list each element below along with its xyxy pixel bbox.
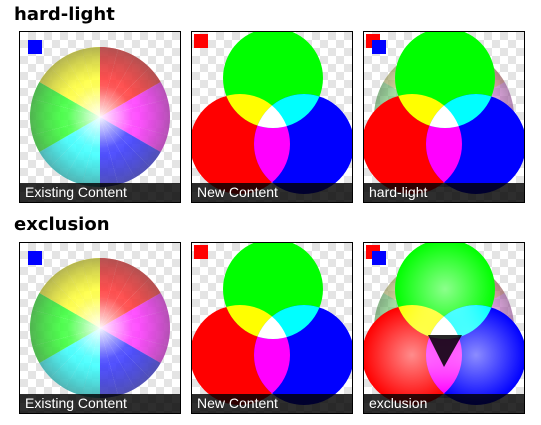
section-heading-hard-light: hard-light [14, 4, 115, 25]
red-square-marker [194, 245, 208, 259]
exclusion-result-artwork [364, 243, 524, 405]
panel-caption: Existing Content [20, 183, 180, 202]
blue-square-marker [372, 40, 386, 54]
exclusion-row: Existing Content New Content exclusion [19, 242, 529, 414]
blue-square-marker [28, 251, 42, 265]
section-heading-exclusion: exclusion [14, 214, 110, 235]
hard-light-row: Existing Content New Content hard-light [19, 31, 529, 203]
panel-caption: Existing Content [20, 394, 180, 413]
hard-light-result-artwork [364, 32, 524, 194]
panel-result-hard-light: hard-light [363, 31, 525, 203]
panel-existing-content: Existing Content [19, 242, 181, 414]
existing-content-artwork [28, 251, 170, 398]
new-content-artwork [192, 32, 352, 194]
blue-square-marker [28, 40, 42, 54]
blue-square-marker [372, 251, 386, 265]
panel-caption: exclusion [364, 394, 524, 413]
panel-new-content: New Content [191, 242, 353, 414]
new-content-artwork [192, 243, 352, 405]
wheel-center-glow [30, 258, 170, 398]
panel-caption: New Content [192, 394, 352, 413]
existing-content-artwork [28, 40, 170, 187]
panel-result-exclusion: exclusion [363, 242, 525, 414]
panel-caption: New Content [192, 183, 352, 202]
red-square-marker [194, 34, 208, 48]
wheel-center-glow [30, 47, 170, 187]
panel-caption: hard-light [364, 183, 524, 202]
panel-existing-content: Existing Content [19, 31, 181, 203]
panel-new-content: New Content [191, 31, 353, 203]
